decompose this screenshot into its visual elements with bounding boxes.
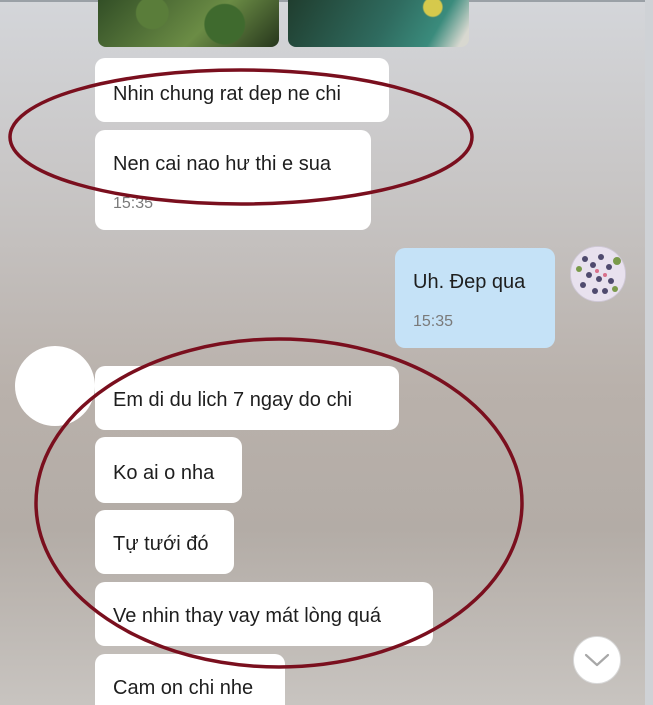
avatar[interactable] <box>570 246 626 302</box>
chevron-down-icon <box>584 653 610 667</box>
message-text: Nhin chung rat dep ne chi <box>113 83 341 105</box>
message-bubble[interactable]: Tự tưới đó <box>95 510 234 574</box>
message-time: 15:35 <box>113 195 154 212</box>
shared-photo[interactable] <box>288 0 469 47</box>
message-time: 15:35 <box>413 313 454 330</box>
avatar[interactable] <box>15 346 95 426</box>
message-bubble[interactable]: Ve nhin thay vay mát lòng quá <box>95 582 433 646</box>
message-bubble[interactable]: Nen cai nao hư thi e sua 15:35 <box>95 130 371 230</box>
message-text: Uh. Đep qua <box>413 271 526 293</box>
shared-photo[interactable] <box>98 0 279 47</box>
avatar-image <box>571 247 625 301</box>
scroll-down-button[interactable] <box>573 636 621 684</box>
message-bubble[interactable]: Cam on chi nhe <box>95 654 285 705</box>
message-bubble-sent[interactable]: Uh. Đep qua 15:35 <box>395 248 555 348</box>
message-text: Tự tưới đó <box>113 533 209 555</box>
message-bubble[interactable]: Em di du lich 7 ngay do chi <box>95 366 399 430</box>
message-text: Nen cai nao hư thi e sua <box>113 153 331 175</box>
message-text: Em di du lich 7 ngay do chi <box>113 389 353 411</box>
message-text: Ve nhin thay vay mát lòng quá <box>113 605 381 627</box>
chat-view: Nhin chung rat dep ne chi Nen cai nao hư… <box>0 0 653 705</box>
message-bubble[interactable]: Ko ai o nha <box>95 437 242 503</box>
message-text: Cam on chi nhe <box>113 677 254 699</box>
scrollbar-track[interactable] <box>645 0 653 705</box>
message-text: Ko ai o nha <box>113 462 215 484</box>
message-bubble[interactable]: Nhin chung rat dep ne chi <box>95 58 389 122</box>
